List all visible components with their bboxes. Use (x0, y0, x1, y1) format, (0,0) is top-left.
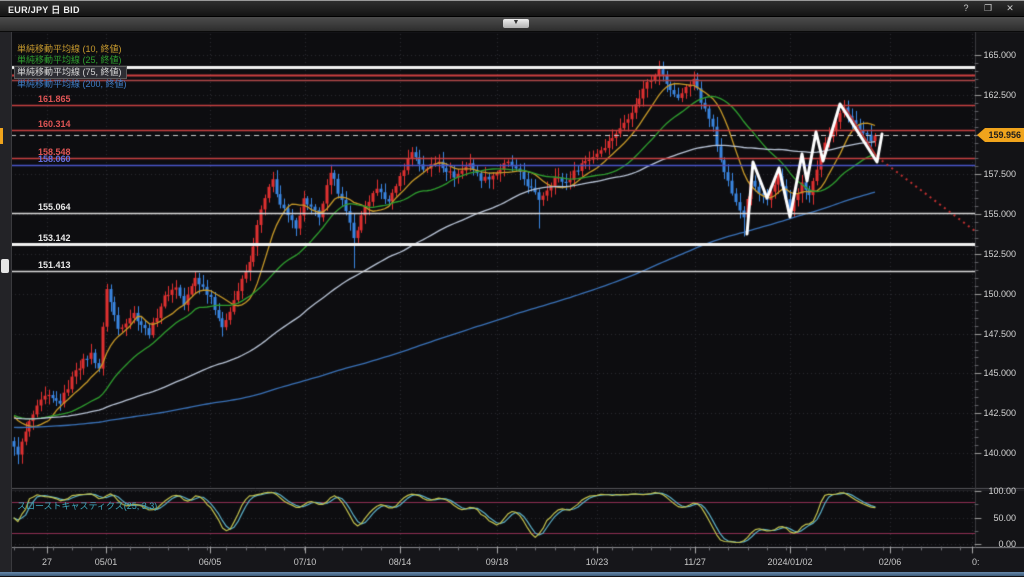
legend-item-ma[interactable]: 単純移動平均線 (200, 終値) (17, 79, 127, 90)
chart-canvas[interactable] (0, 1, 1024, 577)
x-axis-label: 08/14 (389, 557, 412, 567)
x-axis-label: 09/18 (486, 557, 509, 567)
legend-item-ma[interactable]: 単純移動平均線 (10, 終値) (17, 44, 127, 55)
current-price-badge: 159.956 (977, 128, 1024, 142)
y-axis-label: 150.000 (976, 289, 1016, 299)
window-title: EUR/JPY 日 BID (8, 3, 80, 16)
window-bottom-border (0, 572, 1024, 576)
toolbar: ▼ (0, 17, 1024, 32)
x-axis-label: 05/01 (95, 557, 118, 567)
current-price-left-marker (0, 128, 3, 144)
stoch-axis-label: 0.00 (976, 539, 1016, 549)
x-axis-label: 10/23 (586, 557, 609, 567)
x-axis-label: 27 (42, 557, 52, 567)
price-line-label: 151.413 (38, 260, 71, 270)
x-axis-label: 06/05 (199, 557, 222, 567)
stoch-axis-label: 100.00 (976, 486, 1016, 496)
price-line-label: 158.060 (38, 154, 71, 164)
price-line-label: 153.142 (38, 233, 71, 243)
y-axis-label: 142.500 (976, 408, 1016, 418)
pane-splitter-handle[interactable] (1, 259, 9, 273)
price-line-label: 161.865 (38, 94, 71, 104)
left-gutter (0, 31, 12, 573)
y-axis-label: 140.000 (976, 448, 1016, 458)
panel-collapse-button[interactable]: ▼ (503, 19, 529, 28)
legend-item-ma[interactable]: 単純移動平均線 (25, 終値) (17, 55, 127, 66)
maximize-button[interactable]: ❐ (982, 2, 994, 14)
stoch-axis-label: 50.00 (976, 513, 1016, 523)
window-controls: ? ❐ ✕ (960, 2, 1016, 14)
y-axis-label: 147.500 (976, 329, 1016, 339)
x-axis-label: 07/10 (294, 557, 317, 567)
titlebar: EUR/JPY 日 BID (0, 1, 1024, 17)
y-axis-label: 155.000 (976, 209, 1016, 219)
y-axis-label: 165.000 (976, 50, 1016, 60)
help-button[interactable]: ? (960, 2, 972, 14)
y-axis-label: 157.500 (976, 169, 1016, 179)
price-line-label: 160.314 (38, 119, 71, 129)
trading-chart-window: EUR/JPY 日 BID ? ❐ ✕ ▼ 単純移動平均線 (10, 終値)単純… (0, 0, 1024, 576)
ma-legend: 単純移動平均線 (10, 終値)単純移動平均線 (25, 終値)単純移動平均線 … (17, 44, 127, 90)
price-line-label: 155.064 (38, 202, 71, 212)
x-axis-label: 02/06 (879, 557, 902, 567)
close-button[interactable]: ✕ (1004, 2, 1016, 14)
x-axis-label: 0: (972, 557, 980, 567)
stochastics-indicator-label[interactable]: スローストキャスティクス(25, 3,3) (17, 499, 157, 512)
legend-item-ma[interactable]: 単純移動平均線 (75, 終値) (14, 66, 127, 79)
y-axis-label: 152.500 (976, 249, 1016, 259)
x-axis-label: 2024/01/02 (767, 557, 812, 567)
y-axis-label: 162.500 (976, 90, 1016, 100)
x-axis-label: 11/27 (684, 557, 706, 567)
y-axis-label: 145.000 (976, 368, 1016, 378)
